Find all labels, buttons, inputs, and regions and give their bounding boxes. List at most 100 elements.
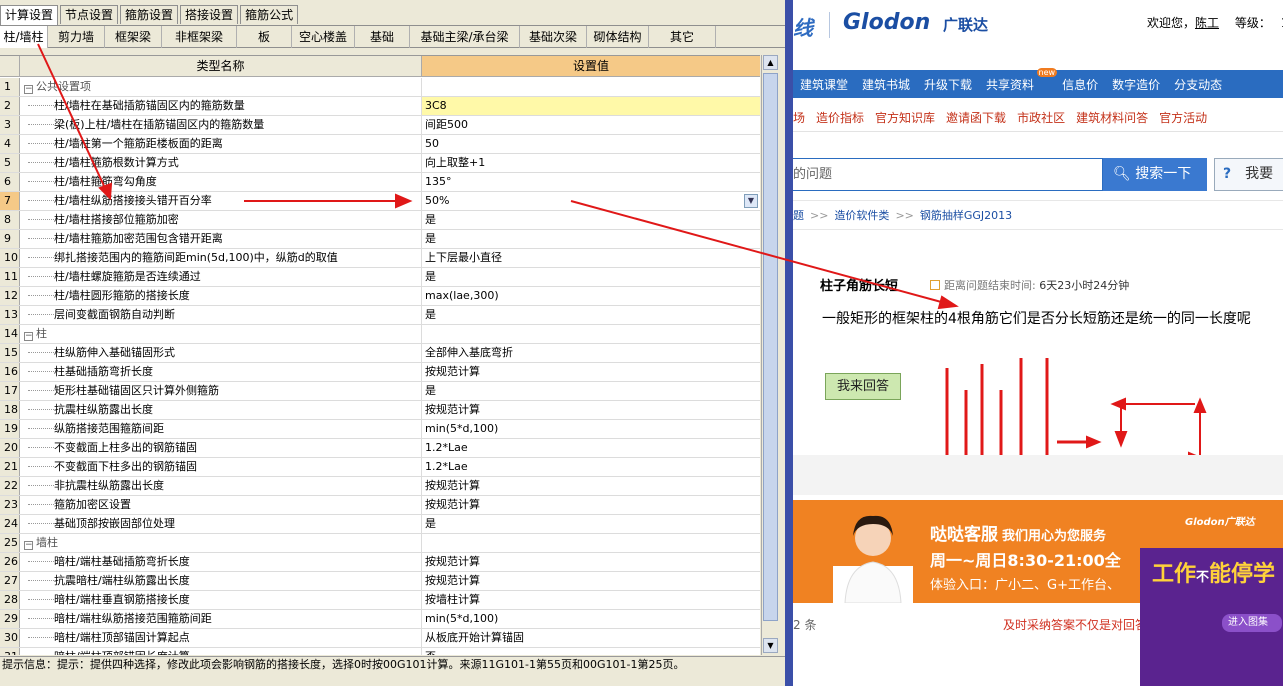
collapse-icon[interactable]: − [24, 332, 33, 341]
site-logo[interactable]: Glodon [843, 10, 930, 35]
row-value[interactable]: 是 [422, 268, 760, 286]
table-row[interactable]: 28 暗柱/端柱垂直钢筋搭接长度 按墙柱计算 [0, 591, 760, 610]
nav-item-0[interactable]: 建筑课堂 [793, 76, 855, 93]
row-value[interactable]: 按规范计算 [422, 477, 760, 495]
sub-nav-item-0[interactable]: 场 [793, 109, 816, 126]
scroll-down-icon[interactable]: ▼ [763, 638, 778, 653]
grid-scrollbar[interactable]: ▲ ▼ [761, 55, 778, 655]
row-value[interactable]: min(5*d,100) [422, 610, 760, 628]
table-row[interactable]: 31 暗柱/端柱顶部锚固长度计算 否 [0, 648, 760, 655]
promo-popup[interactable]: 工作不能停学 进入图集 [1140, 548, 1283, 686]
user-link[interactable]: 陈工 [1195, 16, 1219, 30]
table-row[interactable]: 14− 柱 [0, 325, 760, 344]
top-tab-1[interactable]: 节点设置 [60, 5, 119, 24]
row-value[interactable]: 从板底开始计算锚固 [422, 629, 760, 647]
row-value[interactable]: 是 [422, 515, 760, 533]
nav-item-1[interactable]: 建筑书城 [855, 76, 917, 93]
sub-tab-9[interactable]: 砌体结构 [587, 26, 649, 48]
row-value[interactable]: 间距500 [422, 116, 760, 134]
breadcrumb-item[interactable]: 钢筋抽样GGJ2013 [920, 209, 1012, 222]
row-value[interactable]: 按规范计算 [422, 363, 760, 381]
sub-tab-7[interactable]: 基础主梁/承台梁 [410, 26, 520, 48]
sub-tab-0[interactable]: 柱/墙柱 [0, 26, 48, 48]
table-row[interactable]: 24 基础顶部按嵌固部位处理 是 [0, 515, 760, 534]
table-row[interactable]: 16 柱基础插筋弯折长度 按规范计算 [0, 363, 760, 382]
table-row[interactable]: 11 柱/墙柱螺旋箍筋是否连续通过 是 [0, 268, 760, 287]
top-tab-2[interactable]: 箍筋设置 [120, 5, 179, 24]
nav-item-3[interactable]: 共享资料 new [979, 67, 1058, 93]
row-value[interactable]: 按规范计算 [422, 401, 760, 419]
table-row[interactable]: 5 柱/墙柱箍筋根数计算方式 向上取整+1 [0, 154, 760, 173]
popup-enter-button[interactable]: 进入图集 [1222, 614, 1282, 632]
table-row[interactable]: 3 梁(板)上柱/墙柱在插筋锚固区内的箍筋数量 间距500 [0, 116, 760, 135]
sub-tab-8[interactable]: 基础次梁 [520, 26, 587, 48]
top-tab-3[interactable]: 搭接设置 [180, 5, 239, 24]
sub-tab-6[interactable]: 基础 [355, 26, 410, 48]
table-row[interactable]: 2 柱/墙柱在基础插筋锚固区内的箍筋数量 3C8 [0, 97, 760, 116]
row-value[interactable]: 否 [422, 648, 760, 655]
table-row[interactable]: 23 箍筋加密区设置 按规范计算 [0, 496, 760, 515]
breadcrumb-item[interactable]: 题 [793, 209, 804, 222]
table-row[interactable]: 10 绑扎搭接范围内的箍筋间距min(5d,100)中，纵筋d的取值 上下层最小直径 [0, 249, 760, 268]
sub-tab-5[interactable]: 空心楼盖 [292, 26, 355, 48]
row-value[interactable]: 按规范计算 [422, 496, 760, 514]
table-row[interactable]: 4 柱/墙柱第一个箍筋距楼板面的距离 50 [0, 135, 760, 154]
search-input[interactable]: 的问题 [793, 158, 1103, 191]
nav-item-2[interactable]: 升级下载 [917, 76, 979, 93]
row-value[interactable]: 全部伸入基底弯折 [422, 344, 760, 362]
table-row[interactable]: 13 层间变截面钢筋自动判断 是 [0, 306, 760, 325]
row-value[interactable]: 按规范计算 [422, 553, 760, 571]
row-value[interactable]: 1.2*Lae [422, 458, 760, 476]
sub-nav-item-3[interactable]: 邀请函下载 [946, 109, 1017, 126]
table-row[interactable]: 27 抗震暗柱/端柱纵筋露出长度 按规范计算 [0, 572, 760, 591]
ask-button[interactable]: ? 我要 [1214, 158, 1283, 191]
table-row[interactable]: 26 暗柱/端柱基础插筋弯折长度 按规范计算 [0, 553, 760, 572]
sub-nav-item-2[interactable]: 官方知识库 [875, 109, 946, 126]
sub-tab-3[interactable]: 非框架梁 [162, 26, 237, 48]
row-value[interactable]: 是 [422, 211, 760, 229]
row-value[interactable]: 上下层最小直径 [422, 249, 760, 267]
table-row[interactable]: 12 柱/墙柱圆形箍筋的搭接长度 max(lae,300) [0, 287, 760, 306]
row-value[interactable]: 1.2*Lae [422, 439, 760, 457]
collapse-icon[interactable]: − [24, 85, 33, 94]
nav-item-4[interactable]: 信息价 [1055, 76, 1105, 93]
sub-nav-item-1[interactable]: 造价指标 [816, 109, 875, 126]
row-value[interactable]: 按墙柱计算 [422, 591, 760, 609]
table-row[interactable]: 7 柱/墙柱纵筋搭接接头错开百分率 50% ▼ [0, 192, 760, 211]
dropdown-arrow-icon[interactable]: ▼ [744, 194, 758, 208]
search-button[interactable]: 🔍︎ 搜索一下 [1103, 158, 1207, 191]
nav-item-6[interactable]: 分支动态 [1167, 76, 1229, 93]
sub-nav-item-4[interactable]: 市政社区 [1017, 109, 1076, 126]
table-row[interactable]: 20 不变截面上柱多出的钢筋锚固 1.2*Lae [0, 439, 760, 458]
scroll-thumb[interactable] [763, 73, 778, 621]
sub-nav-item-6[interactable]: 官方活动 [1159, 109, 1218, 126]
table-row[interactable]: 25− 墙柱 [0, 534, 760, 553]
row-value[interactable]: 向上取整+1 [422, 154, 760, 172]
table-row[interactable]: 17 矩形柱基础锚固区只计算外侧箍筋 是 [0, 382, 760, 401]
row-value[interactable]: min(5*d,100) [422, 420, 760, 438]
sub-tab-10[interactable]: 其它 [649, 26, 716, 48]
table-row[interactable]: 30 暗柱/端柱顶部锚固计算起点 从板底开始计算锚固 [0, 629, 760, 648]
nav-item-5[interactable]: 数字造价 [1105, 76, 1167, 93]
top-tab-0[interactable]: 计算设置 [0, 5, 59, 25]
collapse-icon[interactable]: − [24, 541, 33, 550]
table-row[interactable]: 15 柱纵筋伸入基础锚固形式 全部伸入基底弯折 [0, 344, 760, 363]
scroll-up-icon[interactable]: ▲ [763, 55, 778, 70]
row-value[interactable]: 135° [422, 173, 760, 191]
table-row[interactable]: 18 抗震柱纵筋露出长度 按规范计算 [0, 401, 760, 420]
row-value[interactable]: 50% ▼ [422, 192, 760, 210]
row-value[interactable]: 50 [422, 135, 760, 153]
answer-button[interactable]: 我来回答 [825, 373, 901, 400]
table-row[interactable]: 1− 公共设置项 [0, 78, 760, 97]
row-value[interactable]: 是 [422, 230, 760, 248]
row-value[interactable]: 按规范计算 [422, 572, 760, 590]
sub-tab-4[interactable]: 板 [237, 26, 292, 48]
table-row[interactable]: 22 非抗震柱纵筋露出长度 按规范计算 [0, 477, 760, 496]
sub-tab-2[interactable]: 框架梁 [105, 26, 162, 48]
row-value[interactable]: 是 [422, 306, 760, 324]
table-row[interactable]: 9 柱/墙柱箍筋加密范围包含错开距离 是 [0, 230, 760, 249]
table-row[interactable]: 21 不变截面下柱多出的钢筋锚固 1.2*Lae [0, 458, 760, 477]
row-value[interactable]: 3C8 [422, 97, 760, 115]
breadcrumb-item[interactable]: 造价软件类 [834, 209, 889, 222]
row-value[interactable]: max(lae,300) [422, 287, 760, 305]
